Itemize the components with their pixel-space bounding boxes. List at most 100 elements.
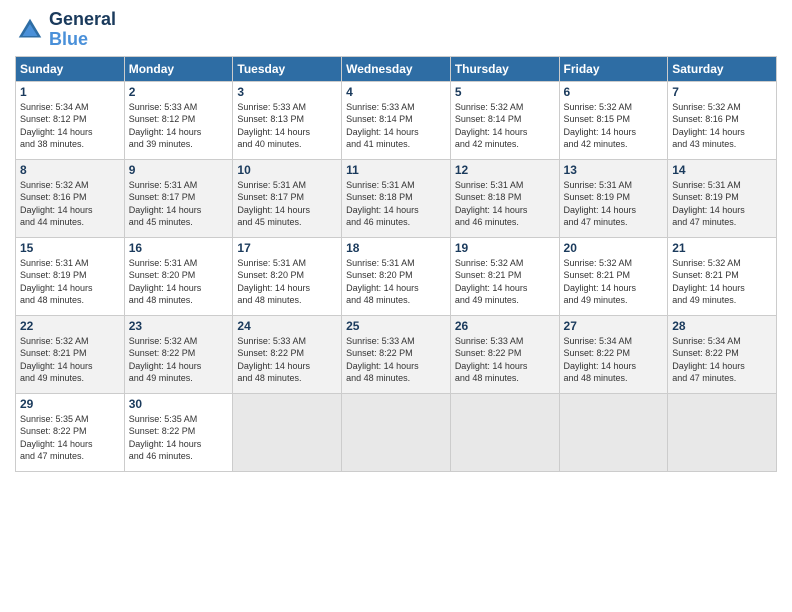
day-number: 1 — [20, 85, 120, 99]
day-number: 18 — [346, 241, 446, 255]
main-container: General Blue SundayMondayTuesdayWednesda… — [0, 0, 792, 482]
day-detail: Sunrise: 5:32 AM Sunset: 8:14 PM Dayligh… — [455, 101, 555, 151]
day-number: 19 — [455, 241, 555, 255]
day-detail: Sunrise: 5:34 AM Sunset: 8:12 PM Dayligh… — [20, 101, 120, 151]
day-number: 28 — [672, 319, 772, 333]
day-number: 14 — [672, 163, 772, 177]
calendar-cell: 20 Sunrise: 5:32 AM Sunset: 8:21 PM Dayli… — [559, 237, 668, 315]
day-number: 2 — [129, 85, 229, 99]
calendar-cell: 26 Sunrise: 5:33 AM Sunset: 8:22 PM Dayli… — [450, 315, 559, 393]
logo-icon — [15, 15, 45, 45]
day-detail: Sunrise: 5:33 AM Sunset: 8:22 PM Dayligh… — [346, 335, 446, 385]
calendar-cell: 28 Sunrise: 5:34 AM Sunset: 8:22 PM Dayli… — [668, 315, 777, 393]
day-detail: Sunrise: 5:31 AM Sunset: 8:18 PM Dayligh… — [455, 179, 555, 229]
calendar-cell: 6Sunrise: 5:32 AM Sunset: 8:15 PM Daylig… — [559, 81, 668, 159]
day-number: 10 — [237, 163, 337, 177]
calendar-week-3: 15 Sunrise: 5:31 AM Sunset: 8:19 PM Dayli… — [16, 237, 777, 315]
header-friday: Friday — [559, 56, 668, 81]
day-detail: Sunrise: 5:31 AM Sunset: 8:17 PM Dayligh… — [237, 179, 337, 229]
calendar-cell — [559, 393, 668, 471]
day-number: 9 — [129, 163, 229, 177]
calendar-cell: 21Sunrise: 5:32 AM Sunset: 8:21 PM Dayli… — [668, 237, 777, 315]
day-number: 7 — [672, 85, 772, 99]
calendar-cell — [668, 393, 777, 471]
day-detail: Sunrise: 5:33 AM Sunset: 8:14 PM Dayligh… — [346, 101, 446, 151]
day-number: 12 — [455, 163, 555, 177]
calendar-cell: 15 Sunrise: 5:31 AM Sunset: 8:19 PM Dayli… — [16, 237, 125, 315]
calendar-cell: 29 Sunrise: 5:35 AM Sunset: 8:22 PM Dayli… — [16, 393, 125, 471]
day-detail: Sunrise: 5:32 AM Sunset: 8:21 PM Dayligh… — [564, 257, 664, 307]
day-detail: Sunrise: 5:31 AM Sunset: 8:19 PM Dayligh… — [20, 257, 120, 307]
day-number: 30 — [129, 397, 229, 411]
day-number: 26 — [455, 319, 555, 333]
calendar-cell: 27 Sunrise: 5:34 AM Sunset: 8:22 PM Dayli… — [559, 315, 668, 393]
day-detail: Sunrise: 5:31 AM Sunset: 8:19 PM Dayligh… — [672, 179, 772, 229]
day-detail: Sunrise: 5:35 AM Sunset: 8:22 PM Dayligh… — [20, 413, 120, 463]
day-detail: Sunrise: 5:31 AM Sunset: 8:20 PM Dayligh… — [129, 257, 229, 307]
calendar-cell — [233, 393, 342, 471]
header-thursday: Thursday — [450, 56, 559, 81]
calendar-cell: 30 Sunrise: 5:35 AM Sunset: 8:22 PM Dayli… — [124, 393, 233, 471]
header: General Blue — [15, 10, 777, 50]
calendar-cell: 7 Sunrise: 5:32 AM Sunset: 8:16 PM Daylig… — [668, 81, 777, 159]
day-number: 15 — [20, 241, 120, 255]
calendar-cell: 22 Sunrise: 5:32 AM Sunset: 8:21 PM Dayli… — [16, 315, 125, 393]
calendar-cell: 24Sunrise: 5:33 AM Sunset: 8:22 PM Dayli… — [233, 315, 342, 393]
calendar-cell: 23Sunrise: 5:32 AM Sunset: 8:22 PM Dayli… — [124, 315, 233, 393]
header-sunday: Sunday — [16, 56, 125, 81]
day-number: 20 — [564, 241, 664, 255]
day-number: 24 — [237, 319, 337, 333]
calendar-cell: 8 Sunrise: 5:32 AM Sunset: 8:16 PM Daylig… — [16, 159, 125, 237]
calendar-cell: 19 Sunrise: 5:32 AM Sunset: 8:21 PM Dayli… — [450, 237, 559, 315]
day-detail: Sunrise: 5:31 AM Sunset: 8:20 PM Dayligh… — [346, 257, 446, 307]
day-number: 16 — [129, 241, 229, 255]
day-detail: Sunrise: 5:34 AM Sunset: 8:22 PM Dayligh… — [672, 335, 772, 385]
day-detail: Sunrise: 5:31 AM Sunset: 8:19 PM Dayligh… — [564, 179, 664, 229]
calendar-cell: 3Sunrise: 5:33 AM Sunset: 8:13 PM Daylig… — [233, 81, 342, 159]
calendar-cell: 14 Sunrise: 5:31 AM Sunset: 8:19 PM Dayli… — [668, 159, 777, 237]
calendar-cell: 18 Sunrise: 5:31 AM Sunset: 8:20 PM Dayli… — [342, 237, 451, 315]
header-tuesday: Tuesday — [233, 56, 342, 81]
calendar-week-4: 22 Sunrise: 5:32 AM Sunset: 8:21 PM Dayli… — [16, 315, 777, 393]
header-saturday: Saturday — [668, 56, 777, 81]
day-detail: Sunrise: 5:31 AM Sunset: 8:17 PM Dayligh… — [129, 179, 229, 229]
calendar-cell: 5 Sunrise: 5:32 AM Sunset: 8:14 PM Daylig… — [450, 81, 559, 159]
day-detail: Sunrise: 5:34 AM Sunset: 8:22 PM Dayligh… — [564, 335, 664, 385]
calendar-cell: 16 Sunrise: 5:31 AM Sunset: 8:20 PM Dayli… — [124, 237, 233, 315]
day-number: 5 — [455, 85, 555, 99]
day-detail: Sunrise: 5:33 AM Sunset: 8:22 PM Dayligh… — [455, 335, 555, 385]
day-number: 21 — [672, 241, 772, 255]
logo: General Blue — [15, 10, 116, 50]
calendar-cell: 25 Sunrise: 5:33 AM Sunset: 8:22 PM Dayli… — [342, 315, 451, 393]
day-number: 11 — [346, 163, 446, 177]
day-detail: Sunrise: 5:31 AM Sunset: 8:18 PM Dayligh… — [346, 179, 446, 229]
day-detail: Sunrise: 5:31 AM Sunset: 8:20 PM Dayligh… — [237, 257, 337, 307]
day-number: 8 — [20, 163, 120, 177]
day-number: 29 — [20, 397, 120, 411]
calendar-cell — [450, 393, 559, 471]
calendar-week-5: 29 Sunrise: 5:35 AM Sunset: 8:22 PM Dayli… — [16, 393, 777, 471]
day-detail: Sunrise: 5:32 AM Sunset: 8:16 PM Dayligh… — [20, 179, 120, 229]
calendar-header-row: SundayMondayTuesdayWednesdayThursdayFrid… — [16, 56, 777, 81]
day-detail: Sunrise: 5:32 AM Sunset: 8:16 PM Dayligh… — [672, 101, 772, 151]
calendar-week-1: 1 Sunrise: 5:34 AM Sunset: 8:12 PM Daylig… — [16, 81, 777, 159]
day-number: 22 — [20, 319, 120, 333]
day-number: 25 — [346, 319, 446, 333]
calendar-cell: 13Sunrise: 5:31 AM Sunset: 8:19 PM Dayli… — [559, 159, 668, 237]
calendar-cell: 9 Sunrise: 5:31 AM Sunset: 8:17 PM Daylig… — [124, 159, 233, 237]
calendar-cell: 2 Sunrise: 5:33 AM Sunset: 8:12 PM Daylig… — [124, 81, 233, 159]
header-wednesday: Wednesday — [342, 56, 451, 81]
calendar-table: SundayMondayTuesdayWednesdayThursdayFrid… — [15, 56, 777, 472]
day-detail: Sunrise: 5:32 AM Sunset: 8:21 PM Dayligh… — [455, 257, 555, 307]
calendar-cell: 17 Sunrise: 5:31 AM Sunset: 8:20 PM Dayli… — [233, 237, 342, 315]
calendar-cell: 10 Sunrise: 5:31 AM Sunset: 8:17 PM Dayli… — [233, 159, 342, 237]
calendar-cell: 1 Sunrise: 5:34 AM Sunset: 8:12 PM Daylig… — [16, 81, 125, 159]
calendar-cell: 4Sunrise: 5:33 AM Sunset: 8:14 PM Daylig… — [342, 81, 451, 159]
day-number: 17 — [237, 241, 337, 255]
calendar-cell: 12 Sunrise: 5:31 AM Sunset: 8:18 PM Dayli… — [450, 159, 559, 237]
day-number: 27 — [564, 319, 664, 333]
day-detail: Sunrise: 5:32 AM Sunset: 8:22 PM Dayligh… — [129, 335, 229, 385]
day-detail: Sunrise: 5:33 AM Sunset: 8:12 PM Dayligh… — [129, 101, 229, 151]
day-detail: Sunrise: 5:32 AM Sunset: 8:21 PM Dayligh… — [20, 335, 120, 385]
day-detail: Sunrise: 5:35 AM Sunset: 8:22 PM Dayligh… — [129, 413, 229, 463]
